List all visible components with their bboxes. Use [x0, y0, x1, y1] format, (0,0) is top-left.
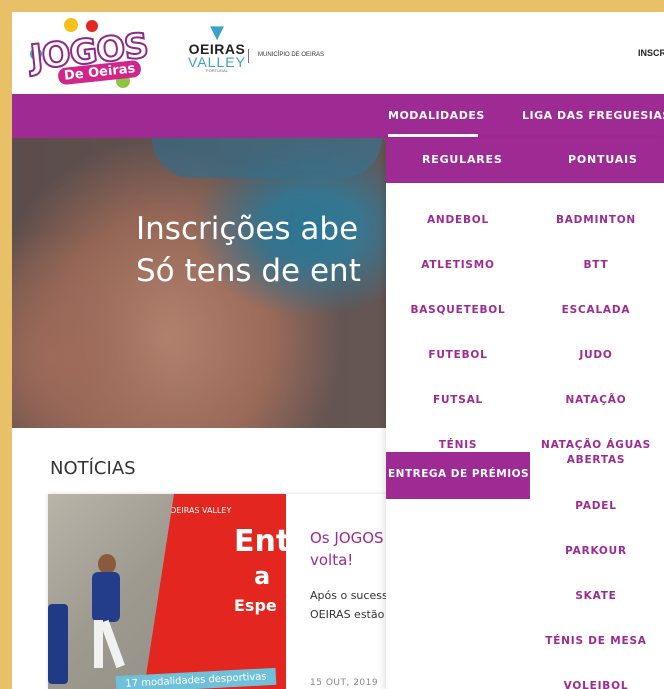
menu-item-padel[interactable]: PADEL [526, 499, 664, 514]
news-excerpt-line-1: Após o sucess [310, 589, 388, 602]
player-head [98, 554, 116, 574]
news-image-player-left [48, 604, 68, 684]
nav-active-indicator [388, 134, 478, 137]
menu-item-natacao-aguas-abertas[interactable]: NATAÇÃO ÁGUAS ABERTAS [526, 438, 664, 468]
menu-item-judo[interactable]: JUDO [526, 348, 664, 363]
news-image-strip: 17 modalidades desportivas [115, 667, 277, 689]
news-headline[interactable]: Os JOGOS volta! [310, 527, 390, 571]
main-nav: MODALIDADES LIGA DAS FREGUESIAS [12, 94, 664, 138]
jogos-logo[interactable]: JOGOS De Oeiras [24, 18, 151, 90]
nav-item-modalidades[interactable]: MODALIDADES [388, 109, 485, 122]
browser-frame: JOGOS De Oeiras ▼ OEIRAS VALLEY PORTUGAL… [12, 12, 664, 689]
oeiras-logo-line2: VALLEY [188, 54, 246, 70]
news-excerpt: Após o sucess OEIRAS estão [310, 586, 388, 624]
hero-line-1: Inscrições abe [136, 211, 359, 247]
news-image-player [88, 554, 125, 674]
menu-item-atletismo[interactable]: ATLETISMO [388, 258, 528, 273]
hero-headline: Inscrições abe Só tens de ent [136, 208, 361, 292]
dropdown-col-title-pontuais: PONTUAIS [568, 153, 638, 166]
news-image-text-3: Espe [234, 596, 277, 615]
menu-item-btt[interactable]: BTT [526, 258, 664, 273]
inscricoes-link[interactable]: INSCR [638, 48, 664, 58]
dropdown-header: REGULARES PONTUAIS [386, 138, 664, 183]
menu-item-basquetebol[interactable]: BASQUETEBOL [388, 303, 528, 318]
news-section-title: NOTÍCIAS [50, 458, 136, 479]
oeiras-valley-logo[interactable]: ▼ OEIRAS VALLEY PORTUGAL [182, 24, 252, 80]
news-excerpt-line-2: OEIRAS estão [310, 608, 385, 621]
menu-item-tenis[interactable]: TÉNIS [388, 438, 528, 453]
menu-item-tenis-de-mesa[interactable]: TÉNIS DE MESA [526, 634, 664, 649]
menu-item-escalada[interactable]: ESCALADA [526, 303, 664, 318]
news-image-oeiras-logo: OEIRAS VALLEY [170, 506, 232, 515]
player-leg-right [100, 619, 125, 669]
news-image-red-panel: OEIRAS VALLEY Ent a Espe [144, 494, 286, 689]
news-headline-line-1: Os JOGOS [310, 529, 384, 547]
logo-ball-yellow [64, 18, 78, 32]
menu-item-natacao[interactable]: NATAÇÃO [526, 393, 664, 408]
valley-v-icon: ▼ [210, 22, 224, 43]
hero-banner[interactable]: Inscrições abe Só tens de ent [12, 138, 388, 428]
menu-item-andebol[interactable]: ANDEBOL [388, 213, 528, 228]
menu-item-skate[interactable]: SKATE [526, 589, 664, 604]
municipio-label: MUNICÍPIO DE OEIRAS [258, 52, 325, 58]
news-image[interactable]: OEIRAS VALLEY Ent a Espe 17 modalidades … [48, 494, 286, 689]
news-date: 15 OUT, 2019 [310, 678, 379, 688]
menu-item-entrega-de-premios-label: ENTREGA DE PRÉMIOS [388, 468, 530, 480]
menu-item-futsal[interactable]: FUTSAL [388, 393, 528, 408]
hero-line-2: Só tens de ent [136, 253, 361, 289]
dropdown-col-title-regulares: REGULARES [422, 153, 503, 166]
news-image-text-2: a [254, 562, 271, 590]
logo-divider [248, 49, 249, 63]
menu-item-parkour[interactable]: PARKOUR [526, 544, 664, 559]
menu-item-futebol[interactable]: FUTEBOL [388, 348, 528, 363]
news-image-text-1: Ent [234, 524, 286, 559]
nav-item-liga-das-freguesias[interactable]: LIGA DAS FREGUESIAS [522, 109, 664, 122]
menu-item-entrega-de-premios[interactable]: ENTREGA DE PRÉMIOS [386, 452, 530, 499]
news-card[interactable]: OEIRAS VALLEY Ent a Espe 17 modalidades … [48, 494, 388, 689]
player-shirt [92, 572, 120, 622]
menu-item-badminton[interactable]: BADMINTON [526, 213, 664, 228]
news-headline-line-2: volta! [310, 551, 354, 569]
menu-item-voleibol[interactable]: VOLEIBOL [526, 679, 664, 689]
site-header: JOGOS De Oeiras ▼ OEIRAS VALLEY PORTUGAL… [12, 12, 664, 94]
modalidades-dropdown: REGULARES PONTUAIS ANDEBOL ATLETISMO BAS… [386, 138, 664, 689]
